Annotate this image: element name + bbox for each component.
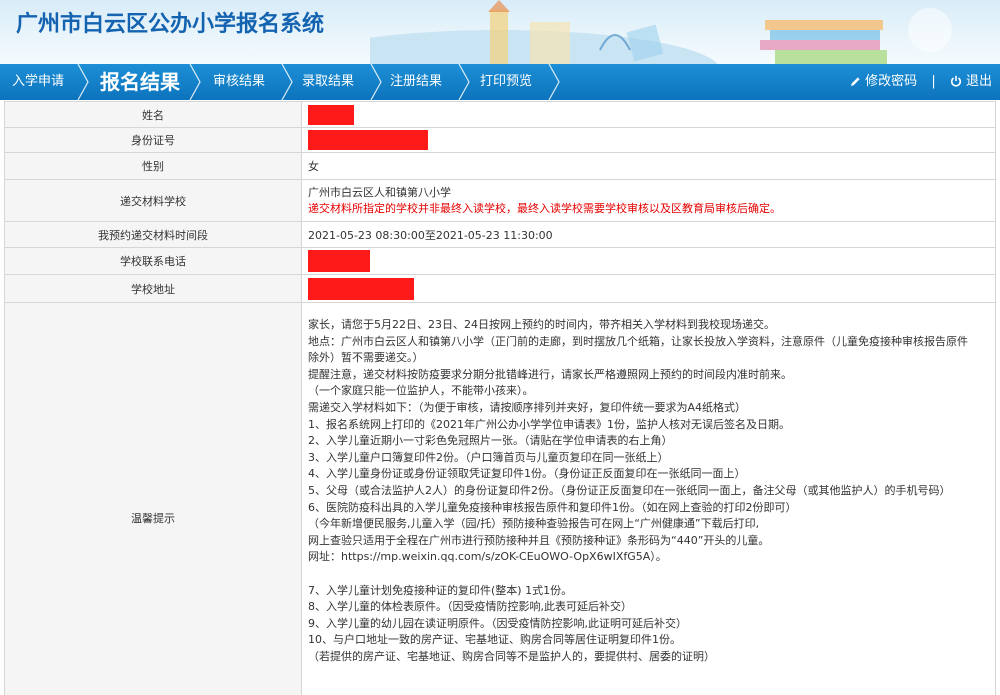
tip-line: 3、入学儿童户口簿复印件2份。（户口簿首页与儿童页复印在同一张纸上） [308,450,669,464]
main-nav: 入学申请 报名结果 审核结果 录取结果 注册结果 打印预览 修改密码 | 退出 [0,64,1000,100]
registration-info-table: 姓名 身份证号 性别 女 递交材料学校 广州市白云区人和镇第八小学 递交材料所指… [4,101,996,695]
tip-line: 9、入学儿童的幼儿园在读证明原件。（因受疫情防控影响,此证明可延后补交） [308,616,687,630]
table-row: 姓名 [4,101,996,128]
tip-line: 4、入学儿童身份证或身份证领取凭证复印件1份。（身份证正反面复印在一张纸同一面上… [308,467,746,481]
nav-divider: | [931,74,936,90]
row-label-phone: 学校联系电话 [4,247,302,275]
row-value-time-slot: 2021-05-23 08:30:00至2021-05-23 11:30:00 [301,221,996,248]
nav-tab-review-result[interactable]: 审核结果 [213,64,265,100]
row-label-id-number: 身份证号 [4,127,302,153]
nav-tab-print-preview[interactable]: 打印预览 [480,64,532,100]
tip-line: 10、与户口地址一致的房产证、宅基地证、购房合同等居住证明复印件1份。 [308,633,681,647]
row-value-id-number [301,127,996,153]
row-label-tips: 温馨提示 [4,302,302,695]
row-label-time-slot: 我预约递交材料时间段 [4,221,302,248]
tip-line: 6、医院防疫科出具的入学儿童免疫接种审核报告原件和复印件1份。（如在网上查验的打… [308,500,797,514]
row-value-name [301,101,996,128]
tip-line: （一个家庭只能一位监护人，不能带小孩来）。 [308,384,534,398]
row-value-school: 广州市白云区人和镇第八小学 递交材料所指定的学校并非最终入读学校，最终入读学校需… [301,179,996,222]
school-warning: 递交材料所指定的学校并非最终入读学校，最终入读学校需要学校审核以及区教育局审核后… [308,201,781,215]
row-value-address [301,274,996,303]
redacted-name [308,104,354,125]
row-label-name: 姓名 [4,101,302,128]
nav-tab-enrollment-result[interactable]: 注册结果 [390,64,442,100]
tip-line: 网址：https://mp.weixin.qq.com/s/zOK-CEuOWO… [308,550,667,564]
change-password-link[interactable]: 修改密码 [850,64,917,101]
school-name: 广州市白云区人和镇第八小学 [308,185,451,199]
chevron-divider-icon [77,64,89,100]
app-title: 广州市白云区公办小学报名系统 [16,12,325,37]
nav-tab-admission-result[interactable]: 录取结果 [302,64,354,100]
row-value-gender: 女 [301,152,996,180]
user-actions: 修改密码 | 退出 [850,64,992,100]
row-label-address: 学校地址 [4,274,302,303]
chevron-divider-icon [281,64,293,100]
logout-link[interactable]: 退出 [950,64,992,101]
row-label-gender: 性别 [4,152,302,180]
tip-line: 5、父母（或合法监护人2人）的身份证复印件2份。（身份证正反面复印在一张纸同一面… [308,483,951,497]
tip-line: 除外）暂不需要递交。） [308,351,424,365]
header-banner: 广州市白云区公办小学报名系统 [0,0,1000,64]
table-row: 学校地址 [4,274,996,303]
tip-line: 网上查验只适用于全程在广州市进行预防接种并且《预防接种证》条形码为“440”开头… [308,533,770,547]
tip-line: 1、报名系统网上打印的《2021年广州公办小学学位申请表》1份，监护人核对无误后… [308,417,790,431]
row-value-phone [301,247,996,275]
nav-tab-registration-result[interactable]: 报名结果 [100,64,180,100]
table-row: 性别 女 [4,152,996,180]
table-row: 身份证号 [4,127,996,153]
tip-blank-line [308,566,995,583]
chevron-divider-icon [189,64,201,100]
logout-label: 退出 [965,74,992,89]
redacted-phone [308,250,370,272]
tip-line: 8、入学儿童的体检表原件。（因受疫情防控影响,此表可延后补交） [308,600,632,614]
tip-line: 提醒注意，递交材料按防疫要求分期分批错峰进行，请家长严格遵照网上预约的时间段内准… [308,367,792,381]
redacted-id-number [308,130,428,150]
tip-line: （今年新增便民服务,儿童入学（园/托）预防接种查验报告可在网上“广州健康通”下载… [308,517,760,531]
tip-line: 家长，请您于5月22日、23日、24日按网上预约的时间内，带齐相关入学材料到我校… [308,318,775,331]
tip-line: 地点：广州市白云区人和镇第八小学（正门前的走廊，到时摆放几个纸箱，让家长投放入学… [308,334,968,348]
change-password-label: 修改密码 [865,74,918,89]
school-illustration [370,0,952,64]
nav-tab-apply[interactable]: 入学申请 [12,64,64,100]
row-label-school: 递交材料学校 [4,179,302,222]
table-row: 温馨提示 家长，请您于5月22日、23日、24日按网上预约的时间内，带齐相关入学… [4,302,996,695]
chevron-divider-icon [370,64,382,100]
table-row: 学校联系电话 [4,247,996,275]
power-icon [950,75,961,87]
table-row: 递交材料学校 广州市白云区人和镇第八小学 递交材料所指定的学校并非最终入读学校，… [4,179,996,222]
tip-line: 7、入学儿童计划免疫接种证的复印件(整本) 1式1份。 [308,583,573,597]
chevron-divider-icon [458,64,470,100]
tip-line: （若提供的房产证、宅基地证、购房合同等不是监护人的，要提供村、居委的证明） [308,649,715,663]
tip-line: 需递交入学材料如下：（为便于审核，请按顺序排列并夹好，复印件统一要求为A4纸格式… [308,400,747,414]
chevron-divider-icon [548,64,560,100]
pencil-icon [850,76,860,86]
redacted-address [308,277,414,300]
tip-line: 2、入学儿童近期小一寸彩色免冠照片一张。（请贴在学位申请表的右上角） [308,434,673,448]
row-value-tips: 家长，请您于5月22日、23日、24日按网上预约的时间内，带齐相关入学材料到我校… [301,302,996,695]
table-row: 我预约递交材料时间段 2021-05-23 08:30:00至2021-05-2… [4,221,996,248]
